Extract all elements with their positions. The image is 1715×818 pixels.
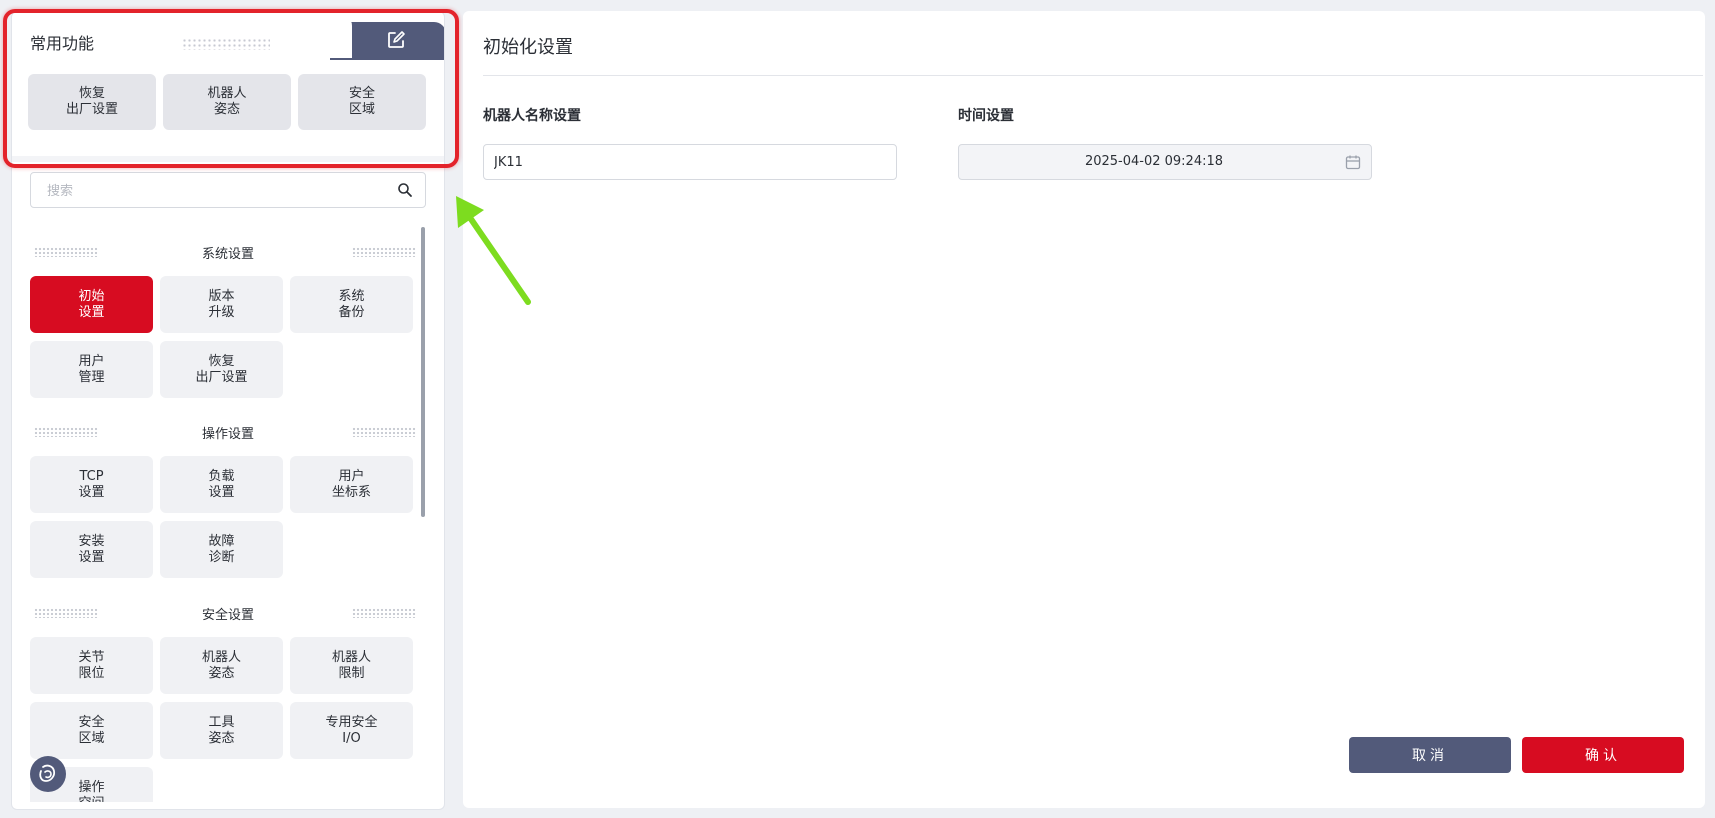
menu-item-version-upgrade[interactable]: 版本 升级 bbox=[160, 276, 283, 333]
title-divider bbox=[483, 75, 1703, 76]
favorites-grid: 恢复 出厂设置 机器人 姿态 安全 区域 bbox=[28, 74, 428, 142]
menu-item-tcp-settings[interactable]: TCP 设置 bbox=[30, 456, 153, 513]
left-panel: 常用功能 恢复 出厂设置 机器人 姿态 安全 区域 系统设置 bbox=[11, 11, 445, 810]
card-line2: 出厂设置 bbox=[65, 102, 118, 117]
search-icon[interactable] bbox=[397, 182, 413, 198]
decorative-dots bbox=[352, 608, 416, 618]
menu-item-robot-limits[interactable]: 机器人 限制 bbox=[290, 637, 413, 694]
card-line2: 出厂设置 bbox=[195, 369, 248, 385]
favorite-robot-pose[interactable]: 机器人 姿态 bbox=[163, 74, 291, 130]
scrollbar-thumb[interactable] bbox=[421, 227, 425, 517]
card-line2: 升级 bbox=[208, 304, 235, 320]
card-line1: 安全 bbox=[348, 86, 375, 101]
menu-item-safety-zone[interactable]: 安全 区域 bbox=[30, 702, 153, 759]
menu-item-system-backup[interactable]: 系统 备份 bbox=[290, 276, 413, 333]
menu-scrollbar[interactable] bbox=[420, 217, 428, 802]
card-line1: 恢复 bbox=[78, 86, 105, 101]
decorative-dots bbox=[182, 38, 270, 50]
menu-item-safety-io[interactable]: 专用安全 I/O bbox=[290, 702, 413, 759]
card-line2: 限位 bbox=[78, 665, 105, 681]
menu-item-robot-pose[interactable]: 机器人 姿态 bbox=[160, 637, 283, 694]
card-line2: 区域 bbox=[348, 102, 375, 117]
time-picker[interactable]: 2025-04-02 09:24:18 bbox=[958, 144, 1372, 180]
card-line1: 机器人 bbox=[331, 649, 371, 665]
assistant-icon bbox=[39, 764, 56, 782]
menu-item-installation-settings[interactable]: 安装 设置 bbox=[30, 521, 153, 578]
card-line2: 姿态 bbox=[208, 665, 235, 681]
decorative-dots bbox=[352, 247, 416, 257]
page-title: 初始化设置 bbox=[483, 37, 573, 58]
favorites-header: 常用功能 bbox=[12, 12, 444, 60]
card-line2: 限制 bbox=[338, 665, 365, 681]
card-line1: 初始 bbox=[78, 288, 105, 304]
card-line1: 专用安全 bbox=[325, 714, 378, 730]
card-line2: 设置 bbox=[78, 304, 105, 320]
time-settings-label: 时间设置 bbox=[958, 108, 1014, 124]
menu-item-initial-settings[interactable]: 初始 设置 bbox=[30, 276, 153, 333]
menu-item-user-management[interactable]: 用户 管理 bbox=[30, 341, 153, 398]
card-line2: I/O bbox=[342, 730, 361, 746]
card-line1: 操作 bbox=[78, 779, 105, 795]
card-line1: 恢复 bbox=[208, 353, 235, 369]
assistant-button[interactable] bbox=[30, 756, 66, 792]
card-line1: TCP bbox=[79, 468, 104, 484]
card-line1: 安全 bbox=[78, 714, 105, 730]
edit-icon[interactable] bbox=[386, 30, 406, 50]
card-line1: 关节 bbox=[78, 649, 105, 665]
card-line1: 故障 bbox=[208, 533, 235, 549]
main-content: 初始化设置 机器人名称设置 时间设置 2025-04-02 09:24:18 取… bbox=[463, 11, 1705, 808]
card-line2: 诊断 bbox=[208, 549, 235, 565]
favorites-divider bbox=[12, 156, 444, 162]
calendar-icon[interactable] bbox=[1345, 154, 1361, 170]
menu-item-tool-pose[interactable]: 工具 姿态 bbox=[160, 702, 283, 759]
card-line2: 备份 bbox=[338, 304, 365, 320]
card-line1: 工具 bbox=[208, 714, 235, 730]
card-line1: 安装 bbox=[78, 533, 105, 549]
card-line2: 设置 bbox=[78, 549, 105, 565]
card-line2: 坐标系 bbox=[331, 484, 371, 500]
menu-item-payload-settings[interactable]: 负载 设置 bbox=[160, 456, 283, 513]
card-line2: 设置 bbox=[208, 484, 235, 500]
time-value: 2025-04-02 09:24:18 bbox=[1084, 154, 1224, 169]
card-line1: 机器人 bbox=[201, 649, 241, 665]
robot-name-input[interactable] bbox=[483, 144, 897, 180]
search-box bbox=[30, 172, 426, 209]
card-line1: 机器人 bbox=[207, 86, 247, 101]
card-line2: 姿态 bbox=[208, 730, 235, 746]
search-input[interactable] bbox=[45, 173, 379, 209]
robot-name-label: 机器人名称设置 bbox=[483, 108, 581, 124]
card-line1: 用户 bbox=[338, 468, 365, 484]
favorite-safety-zone[interactable]: 安全 区域 bbox=[298, 74, 426, 130]
menu-item-fault-diagnosis[interactable]: 故障 诊断 bbox=[160, 521, 283, 578]
confirm-button[interactable]: 确认 bbox=[1522, 737, 1684, 773]
menu-item-user-frame[interactable]: 用户 坐标系 bbox=[290, 456, 413, 513]
card-line2: 姿态 bbox=[213, 102, 240, 117]
card-line2: 空间 bbox=[78, 796, 104, 803]
card-line1: 负载 bbox=[208, 468, 235, 484]
cancel-button[interactable]: 取消 bbox=[1349, 737, 1511, 773]
menu-item-joint-limits[interactable]: 关节 限位 bbox=[30, 637, 153, 694]
card-line2: 管理 bbox=[78, 369, 105, 385]
favorite-factory-reset[interactable]: 恢复 出厂设置 bbox=[28, 74, 156, 130]
decorative-dots bbox=[352, 427, 416, 437]
card-line1: 系统 bbox=[338, 288, 365, 304]
card-line1: 用户 bbox=[78, 353, 105, 369]
menu-item-factory-reset[interactable]: 恢复 出厂设置 bbox=[160, 341, 283, 398]
card-line2: 设置 bbox=[78, 484, 105, 500]
favorites-title: 常用功能 bbox=[30, 34, 95, 53]
settings-menu: 系统设置 初始 设置 版本 升级 系统 备份 用户 管理 恢复 出厂设置 操作 设… bbox=[12, 217, 444, 802]
card-line2: 区域 bbox=[78, 730, 105, 746]
card-line1: 版本 bbox=[208, 288, 235, 304]
